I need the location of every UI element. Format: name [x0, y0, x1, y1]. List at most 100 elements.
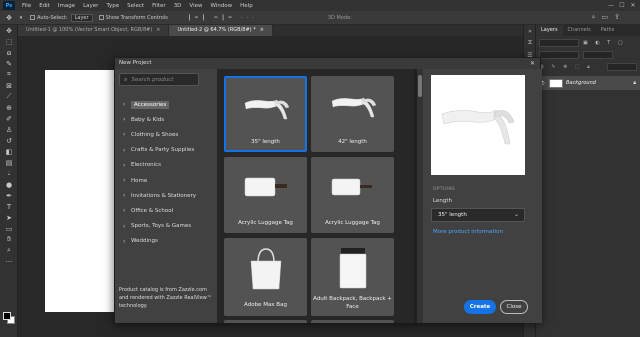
share-icon[interactable]: ⇪ [614, 13, 620, 22]
category-label: Office & School [131, 207, 174, 214]
eraser-icon[interactable]: ◧ [0, 146, 18, 157]
pen-icon[interactable]: ✒ [0, 190, 18, 201]
category-crafts-party[interactable]: › Crafts & Party Supplies [123, 143, 213, 158]
length-select[interactable]: 35" length ⌄ [431, 208, 525, 222]
product-card-luggage-tag-1[interactable]: Acrylic Luggage Tag [224, 157, 307, 233]
tools-panel: ✥ ⬚ ɷ ✎ ⌗ ⊠ ⟋ ⊕ ✐ ♙ ↺ ◧ ▤ 💧︎ ● ✒ T ➤ ▭ ✋… [0, 25, 18, 337]
category-weddings[interactable]: › Weddings [123, 234, 213, 249]
preview-scrollbar[interactable] [417, 69, 423, 323]
dialog-close-icon[interactable]: ✕ [530, 58, 535, 69]
category-baby-kids[interactable]: › Baby & Kids [123, 112, 213, 127]
menu-help[interactable]: Help [240, 3, 253, 9]
minimize-button[interactable]: — [606, 0, 616, 11]
foreground-color-swatch[interactable] [3, 312, 11, 320]
create-button[interactable]: Create [464, 300, 496, 314]
category-accessories[interactable]: › Accessories [123, 97, 213, 112]
frame-icon[interactable]: ⊠ [0, 80, 18, 91]
category-invitations[interactable]: › Invitations & Stationery [123, 188, 213, 203]
type-icon[interactable]: T [0, 201, 18, 212]
auto-select-dropdown[interactable]: Layer [70, 13, 93, 22]
menu-file[interactable]: File [22, 3, 31, 9]
fill-field[interactable] [607, 63, 637, 71]
dodge-icon[interactable]: ● [0, 179, 18, 190]
close-icon[interactable]: × [260, 27, 264, 33]
category-label: Baby & Kids [131, 116, 165, 123]
category-office-school[interactable]: › Office & School [123, 203, 213, 218]
workspace-icon[interactable]: ▭ [602, 13, 609, 22]
opacity-field[interactable] [583, 51, 613, 59]
layer-filter-dropdown[interactable] [539, 39, 579, 47]
menu-image[interactable]: Image [58, 3, 75, 9]
menu-type[interactable]: Type [106, 3, 119, 9]
zoom-icon[interactable]: ⌕ [0, 245, 18, 256]
layer-filter-row: ▣ ◐ T ▢ [539, 38, 637, 48]
category-clothing-shoes[interactable]: › Clothing & Shoes [123, 127, 213, 142]
brush-icon[interactable]: ✐ [0, 113, 18, 124]
new-project-dialog: New Project ✕ ⌕ Search product › Accessor… [114, 57, 542, 323]
marquee-icon[interactable]: ⬚ [0, 36, 18, 47]
more-product-info-link[interactable]: More product information [433, 229, 503, 235]
blend-mode-dropdown[interactable] [539, 51, 579, 59]
gradient-icon[interactable]: ▤ [0, 157, 18, 168]
product-card-headband-42[interactable]: 42" length [311, 76, 394, 152]
lasso-icon[interactable]: ɷ [0, 47, 18, 58]
category-home[interactable]: › Home [123, 173, 213, 188]
move-tool-icon[interactable]: ✥ [3, 13, 15, 23]
tab-untitled-1[interactable]: Untitled-1 @ 100% (Vector Smart Object, … [18, 25, 170, 36]
category-sports-toys[interactable]: › Sports, Toys & Games [123, 219, 213, 234]
search-input[interactable]: ⌕ Search product [119, 73, 199, 86]
stamp-icon[interactable]: ♙ [0, 124, 18, 135]
menu-window[interactable]: Window [210, 3, 232, 9]
category-label: Home [131, 177, 148, 184]
menu-filter[interactable]: Filter [152, 3, 166, 9]
move-icon[interactable]: ✥ [0, 25, 18, 36]
length-value: 35" length [438, 212, 467, 218]
product-card-partial[interactable] [224, 320, 307, 323]
eyedropper-icon[interactable]: ⟋ [0, 91, 18, 102]
product-card-headband-35[interactable]: 35" length [224, 76, 307, 152]
lock-icons[interactable]: ▦ ✎ ✥ ⬚ 🔒︎ [539, 64, 593, 70]
close-button[interactable]: Close [500, 300, 528, 314]
tool-preset-chevron-icon[interactable]: ▾ [18, 13, 24, 23]
history-brush-icon[interactable]: ↺ [0, 135, 18, 146]
tab-channels[interactable]: Channels [563, 25, 596, 36]
path-select-icon[interactable]: ➤ [0, 212, 18, 223]
product-card-partial[interactable] [311, 320, 394, 323]
transform-checkbox[interactable] [98, 15, 104, 20]
layers-panel: Layers Channels Paths ▣ ◐ T ▢ ▦ ✎ ✥ ⬚ 🔒︎… [535, 25, 640, 337]
window-close-button[interactable]: ✕ [628, 0, 638, 11]
menu-3d[interactable]: 3D [174, 3, 182, 9]
menu-edit[interactable]: Edit [39, 3, 50, 9]
auto-select-checkbox[interactable] [30, 15, 35, 20]
tab-untitled-2[interactable]: Untitled-2 @ 64.7% (RGB/8#) * × [169, 25, 273, 36]
crop-icon[interactable]: ⌗ [0, 69, 18, 80]
maximize-button[interactable]: ☐ [617, 0, 627, 11]
product-card-luggage-tag-2[interactable]: Acrylic Luggage Tag [311, 157, 394, 233]
quick-select-icon[interactable]: ✎ [0, 58, 18, 69]
layer-thumbnail [549, 78, 563, 88]
layer-name[interactable]: Background [566, 80, 596, 86]
search-icon[interactable]: ⌕ [592, 13, 596, 22]
align-icons[interactable]: ┃═┃ ═┃═ ··· [188, 15, 258, 21]
hand-icon[interactable]: ✋︎ [0, 234, 18, 245]
scrollbar-thumb[interactable] [418, 75, 422, 97]
auto-select-option[interactable]: Auto-Select: Layer [30, 13, 93, 22]
close-icon[interactable]: × [156, 27, 160, 33]
menu-layer[interactable]: Layer [83, 3, 98, 9]
menu-view[interactable]: View [189, 3, 202, 9]
product-card-tote-bag[interactable]: Adobe Max Bag [224, 238, 307, 316]
transform-option[interactable]: Show Transform Controls [98, 15, 168, 21]
healing-icon[interactable]: ⊕ [0, 102, 18, 113]
product-card-backpack[interactable]: Adult Backpack, Backpack + Face [311, 238, 394, 316]
chevron-down-icon: ⌄ [513, 211, 519, 218]
menu-select[interactable]: Select [127, 3, 144, 9]
filter-icons[interactable]: ▣ ◐ T ▢ [583, 40, 626, 46]
blur-icon[interactable]: 💧︎ [0, 168, 18, 179]
document-canvas[interactable] [45, 70, 123, 312]
category-electronics[interactable]: › Electronics [123, 158, 213, 173]
rectangle-icon[interactable]: ▭ [0, 223, 18, 234]
tab-layers[interactable]: Layers [536, 25, 563, 36]
tab-paths[interactable]: Paths [596, 25, 620, 36]
layer-row[interactable]: 👁︎ Background 🔒︎ [536, 76, 640, 90]
more-icon[interactable]: ··· [0, 256, 18, 267]
